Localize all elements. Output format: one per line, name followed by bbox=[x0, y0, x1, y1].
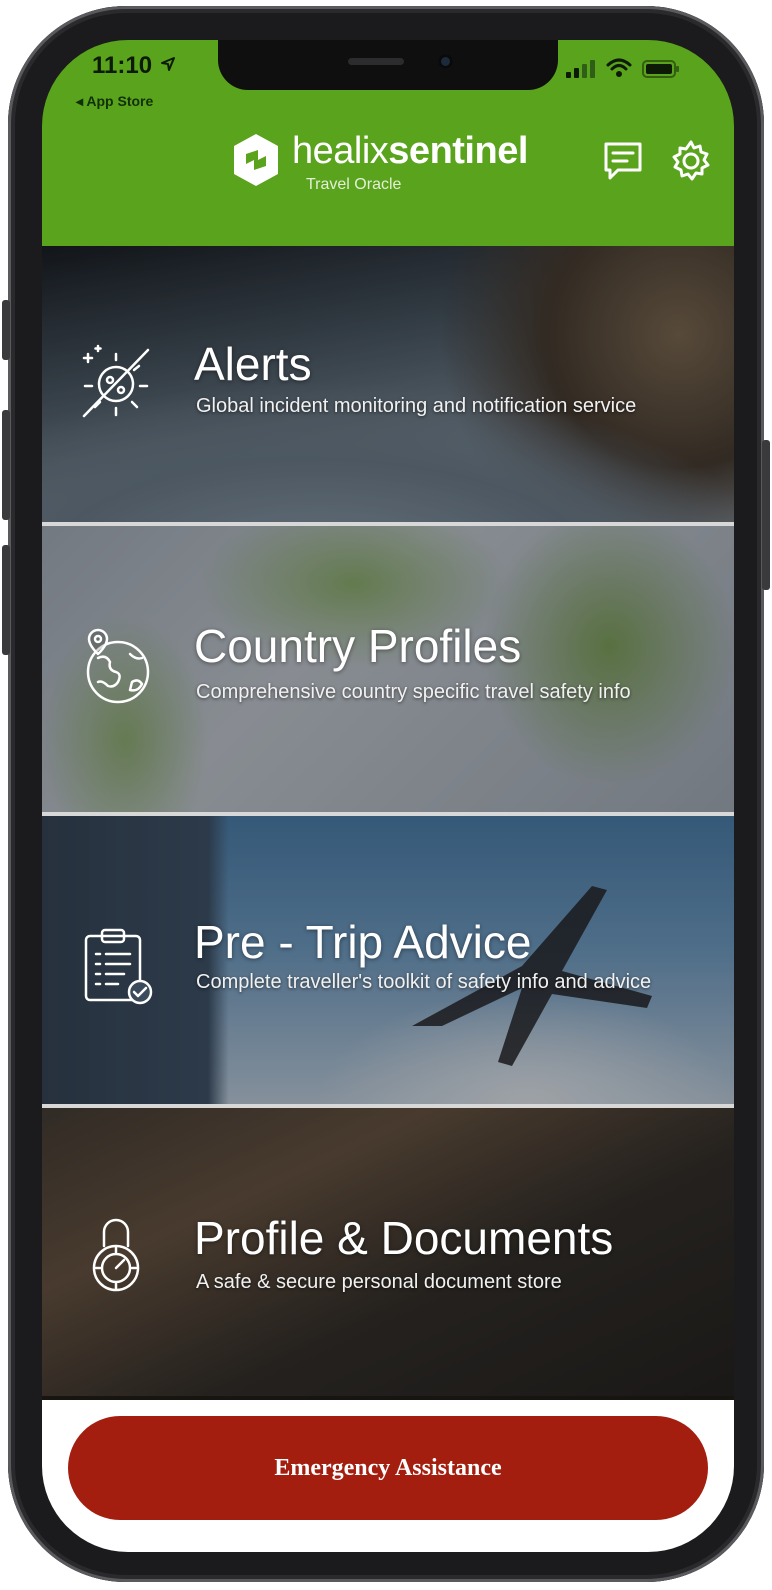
profile-documents-tile[interactable]: Profile & Documents A safe & secure pers… bbox=[42, 1108, 734, 1396]
tile-description: Global incident monitoring and notificat… bbox=[196, 395, 637, 417]
alerts-tile[interactable]: Alerts Global incident monitoring and no… bbox=[42, 246, 734, 522]
country-profiles-tile[interactable]: Country Profiles Comprehensive country s… bbox=[42, 526, 734, 812]
location-arrow-icon bbox=[161, 57, 175, 71]
brand-name-bold: sentinel bbox=[388, 130, 528, 172]
pre-trip-advice-tile[interactable]: Pre - Trip Advice Complete traveller's t… bbox=[42, 816, 734, 1104]
status-time: 11:10 bbox=[92, 52, 153, 79]
power-button bbox=[762, 440, 770, 590]
volume-up-button bbox=[2, 410, 10, 520]
globe-pin-icon bbox=[86, 628, 150, 704]
emergency-assistance-button[interactable]: Emergency Assistance bbox=[68, 1416, 708, 1520]
padlock-icon bbox=[92, 1218, 140, 1292]
gear-icon bbox=[672, 140, 710, 181]
back-to-app-store-link[interactable]: ◂ App Store bbox=[76, 93, 153, 110]
healix-logo-icon bbox=[234, 134, 278, 186]
clipboard-check-icon bbox=[84, 928, 153, 1005]
tile-description: A safe & secure personal document store bbox=[196, 1271, 562, 1293]
battery-icon bbox=[642, 60, 679, 78]
tile-title: Profile & Documents bbox=[194, 1212, 614, 1264]
messages-button[interactable] bbox=[600, 138, 646, 184]
brand-logo: healixsentinel Travel Oracle bbox=[228, 128, 558, 218]
app-header: 11:10 ◂ App Store healixsentinel Travel … bbox=[42, 40, 734, 246]
earpiece-speaker bbox=[348, 58, 404, 65]
settings-button[interactable] bbox=[668, 138, 714, 184]
no-virus-icon bbox=[82, 344, 150, 418]
device-notch bbox=[218, 40, 558, 90]
tile-title: Alerts bbox=[194, 338, 312, 390]
brand-subtitle: Travel Oracle bbox=[306, 176, 402, 193]
wifi-icon bbox=[606, 58, 632, 77]
front-camera bbox=[438, 54, 453, 69]
volume-down-button bbox=[2, 545, 10, 655]
brand-name: healixsentinel bbox=[292, 130, 528, 173]
chat-icon bbox=[604, 142, 642, 180]
tile-description: Comprehensive country specific travel sa… bbox=[196, 681, 631, 703]
signal-icon bbox=[566, 60, 595, 78]
home-indicator[interactable] bbox=[268, 1536, 514, 1544]
status-icons bbox=[566, 58, 680, 78]
app-screen: 11:10 ◂ App Store healixsentinel Travel … bbox=[42, 40, 734, 1552]
tile-description: Complete traveller's toolkit of safety i… bbox=[196, 971, 652, 993]
tile-title: Pre - Trip Advice bbox=[194, 916, 532, 968]
tile-title: Country Profiles bbox=[194, 620, 522, 672]
brand-name-light: healix bbox=[292, 130, 389, 172]
mute-switch bbox=[2, 300, 10, 360]
